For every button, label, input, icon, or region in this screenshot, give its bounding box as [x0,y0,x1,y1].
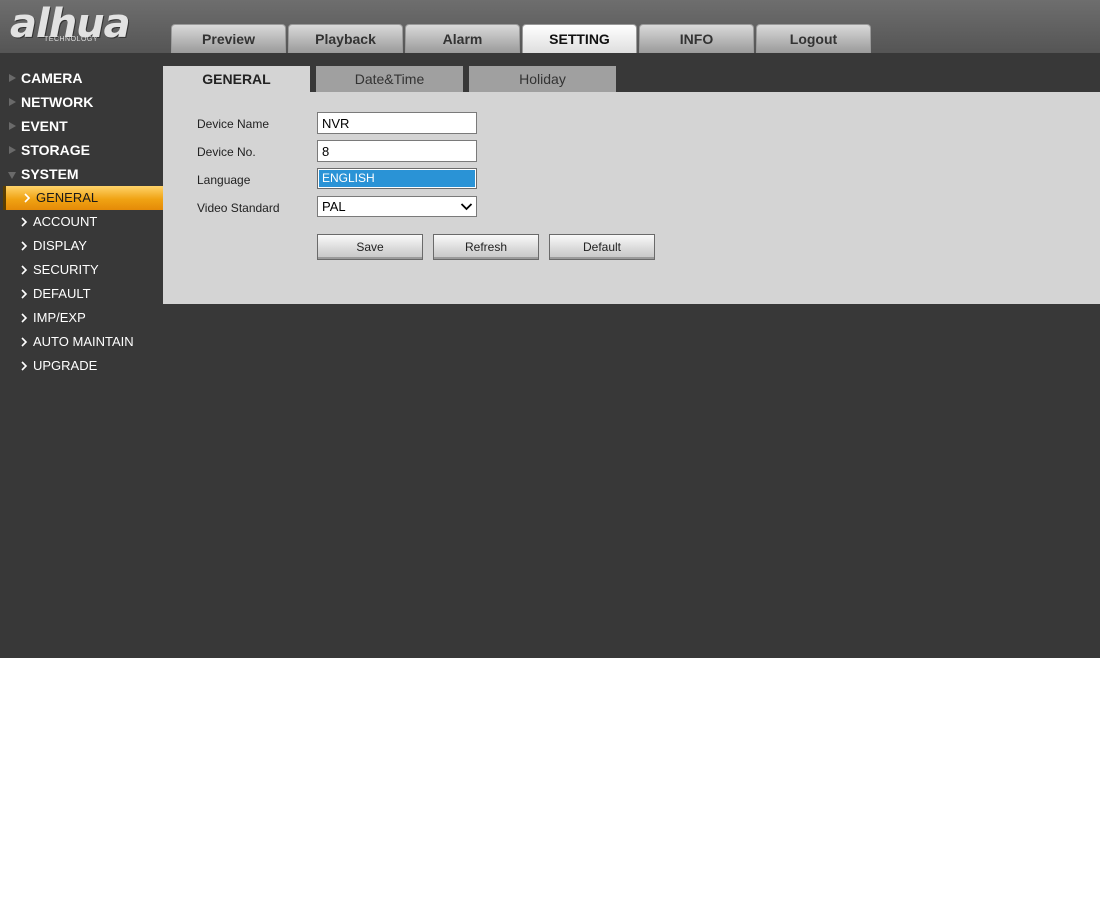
sidebar-group-system[interactable]: SYSTEM [0,162,163,186]
triangle-right-icon [9,146,16,154]
sidebar-group-label: EVENT [21,118,68,134]
sidebar-group-label: NETWORK [21,94,94,110]
sidebar-item-label: IMP/EXP [33,310,86,325]
device-no-label: Device No. [197,145,256,159]
tab-info[interactable]: INFO [639,24,754,53]
sidebar-group-network[interactable]: NETWORK [0,90,163,114]
sidebar-group-label: SYSTEM [21,166,79,182]
sidebar-item-security[interactable]: SECURITY [0,258,163,282]
sidebar-item-auto-maintain[interactable]: AUTO MAINTAIN [0,330,163,354]
chevron-right-icon [21,265,28,275]
sidebar-item-label: UPGRADE [33,358,98,373]
tab-logout[interactable]: Logout [756,24,871,53]
video-standard-label: Video Standard [197,201,280,215]
chevron-right-icon [21,313,28,323]
app-window: alhua TECHNOLOGY Preview Playback Alarm … [0,0,1100,658]
main-nav: Preview Playback Alarm SETTING INFO Logo… [171,24,873,53]
sidebar-item-label: AUTO MAINTAIN [33,334,134,349]
sidebar-item-imp-exp[interactable]: IMP/EXP [0,306,163,330]
default-button[interactable]: Default [549,234,655,260]
device-name-input[interactable] [317,112,477,134]
sidebar-group-label: STORAGE [21,142,90,158]
tab-date-time[interactable]: Date&Time [316,66,463,92]
sidebar-item-label: GENERAL [36,190,99,205]
sidebar-item-general[interactable]: GENERAL [3,186,163,210]
sidebar-group-storage[interactable]: STORAGE [0,138,163,162]
refresh-button[interactable]: Refresh [433,234,539,260]
content-area: GENERAL Date&Time Holiday Device Name De… [163,66,1100,304]
sidebar-item-account[interactable]: ACCOUNT [0,210,163,234]
sidebar-group-label: CAMERA [21,70,83,86]
triangle-right-icon [9,122,16,130]
triangle-right-icon [9,74,16,82]
chevron-right-icon [24,193,31,203]
sidebar-item-label: DEFAULT [33,286,91,301]
tab-alarm[interactable]: Alarm [405,24,520,53]
chevron-right-icon [21,241,28,251]
chevron-down-icon [460,203,473,211]
sidebar-menu: CAMERA NETWORK EVENT STORAGE SYSTEM GENE… [0,66,163,378]
tab-holiday[interactable]: Holiday [469,66,616,92]
language-select[interactable]: ENGLISH [317,168,477,189]
video-standard-select[interactable]: PAL [317,196,477,217]
device-name-label: Device Name [197,117,270,131]
logo-subtext: TECHNOLOGY [44,36,99,43]
sidebar-item-label: ACCOUNT [33,214,98,229]
triangle-right-icon [9,98,16,106]
sidebar-item-default[interactable]: DEFAULT [0,282,163,306]
chevron-right-icon [21,361,28,371]
triangle-down-icon [8,172,16,179]
sidebar-item-upgrade[interactable]: UPGRADE [0,354,163,378]
header-bar: alhua TECHNOLOGY Preview Playback Alarm … [0,0,1100,53]
language-label: Language [197,173,251,187]
save-button[interactable]: Save [317,234,423,260]
sidebar-item-display[interactable]: DISPLAY [0,234,163,258]
sidebar-item-label: SECURITY [33,262,99,277]
chevron-right-icon [21,289,28,299]
device-no-input[interactable] [317,140,477,162]
tab-preview[interactable]: Preview [171,24,286,53]
sub-tab-bar: GENERAL Date&Time Holiday [163,66,1100,92]
tab-playback[interactable]: Playback [288,24,403,53]
language-value: ENGLISH [322,171,375,185]
chevron-right-icon [21,217,28,227]
sidebar-group-camera[interactable]: CAMERA [0,66,163,90]
tab-setting[interactable]: SETTING [522,24,637,53]
sidebar-item-label: DISPLAY [33,238,87,253]
tab-general[interactable]: GENERAL [163,66,310,92]
general-settings-panel: Device Name Device No. Language ENGLISH … [163,92,1100,304]
sidebar-group-event[interactable]: EVENT [0,114,163,138]
video-standard-value: PAL [322,199,346,214]
brand-logo: alhua TECHNOLOGY [10,2,145,46]
chevron-right-icon [21,337,28,347]
